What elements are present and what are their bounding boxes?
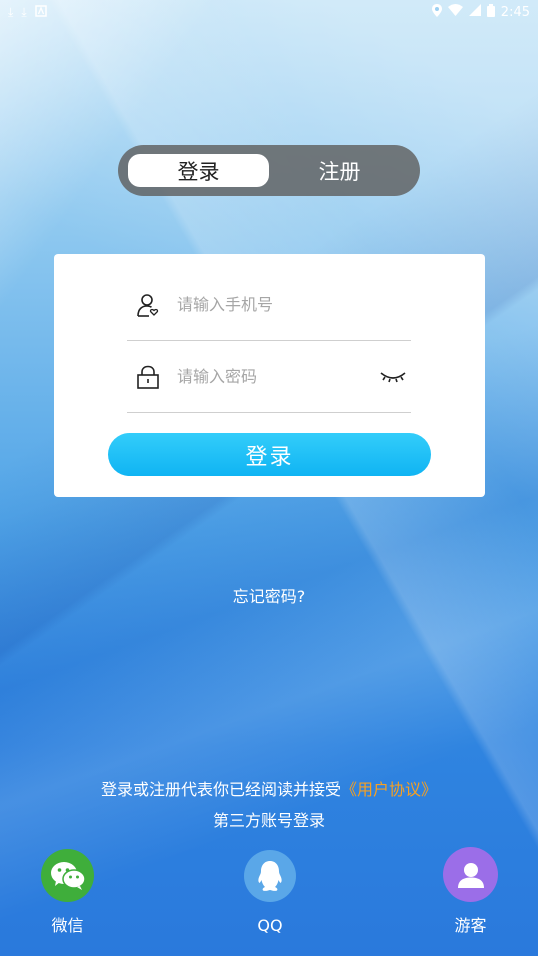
forgot-password-link[interactable]: 忘记密码?: [0, 583, 538, 607]
download-icon: ⤓: [8, 4, 14, 19]
download-icon: ⤓: [21, 4, 27, 19]
qq-icon: [258, 861, 282, 891]
qq-login-button[interactable]: QQ: [244, 850, 296, 935]
third-party-title: 第三方账号登录: [212, 811, 325, 830]
user-agreement-link[interactable]: 《用户协议》: [341, 780, 437, 799]
agreement-prefix: 登录或注册代表你已经阅读并接受: [100, 780, 341, 799]
wechat-icon-circle: [41, 849, 94, 902]
login-register-toggle: 登录 注册: [118, 145, 420, 196]
phone-field: [127, 269, 411, 341]
login-button[interactable]: 登录: [108, 433, 431, 476]
status-time: 2:45: [500, 4, 530, 20]
login-card: 登录: [54, 254, 485, 497]
agreement-text: 登录或注册代表你已经阅读并接受《用户协议》: [0, 776, 538, 800]
status-bar: ⤓ ⤓ 2:45: [0, 0, 538, 24]
qq-label: QQ: [257, 916, 283, 935]
guest-user-icon: [457, 862, 484, 888]
eye-closed-icon[interactable]: [379, 363, 407, 391]
guest-label: 游客: [454, 916, 487, 935]
battery-icon: [486, 3, 495, 21]
wechat-label: 微信: [51, 916, 84, 935]
app-notification-icon: [34, 4, 47, 20]
qq-icon-circle: [244, 850, 296, 902]
wechat-icon: [50, 861, 86, 890]
lock-icon: [135, 364, 161, 390]
password-input[interactable]: [177, 367, 377, 386]
guest-icon-circle: [443, 847, 498, 902]
signal-icon: [468, 4, 481, 20]
wechat-login-button[interactable]: 微信: [41, 849, 94, 936]
location-icon: [431, 3, 442, 21]
phone-input[interactable]: [177, 295, 377, 314]
guest-login-button[interactable]: 游客: [443, 847, 498, 936]
tab-login[interactable]: 登录: [128, 154, 269, 187]
tab-register[interactable]: 注册: [269, 154, 410, 187]
user-icon: [135, 292, 161, 318]
password-field: [127, 341, 411, 413]
wifi-icon: [447, 4, 463, 20]
